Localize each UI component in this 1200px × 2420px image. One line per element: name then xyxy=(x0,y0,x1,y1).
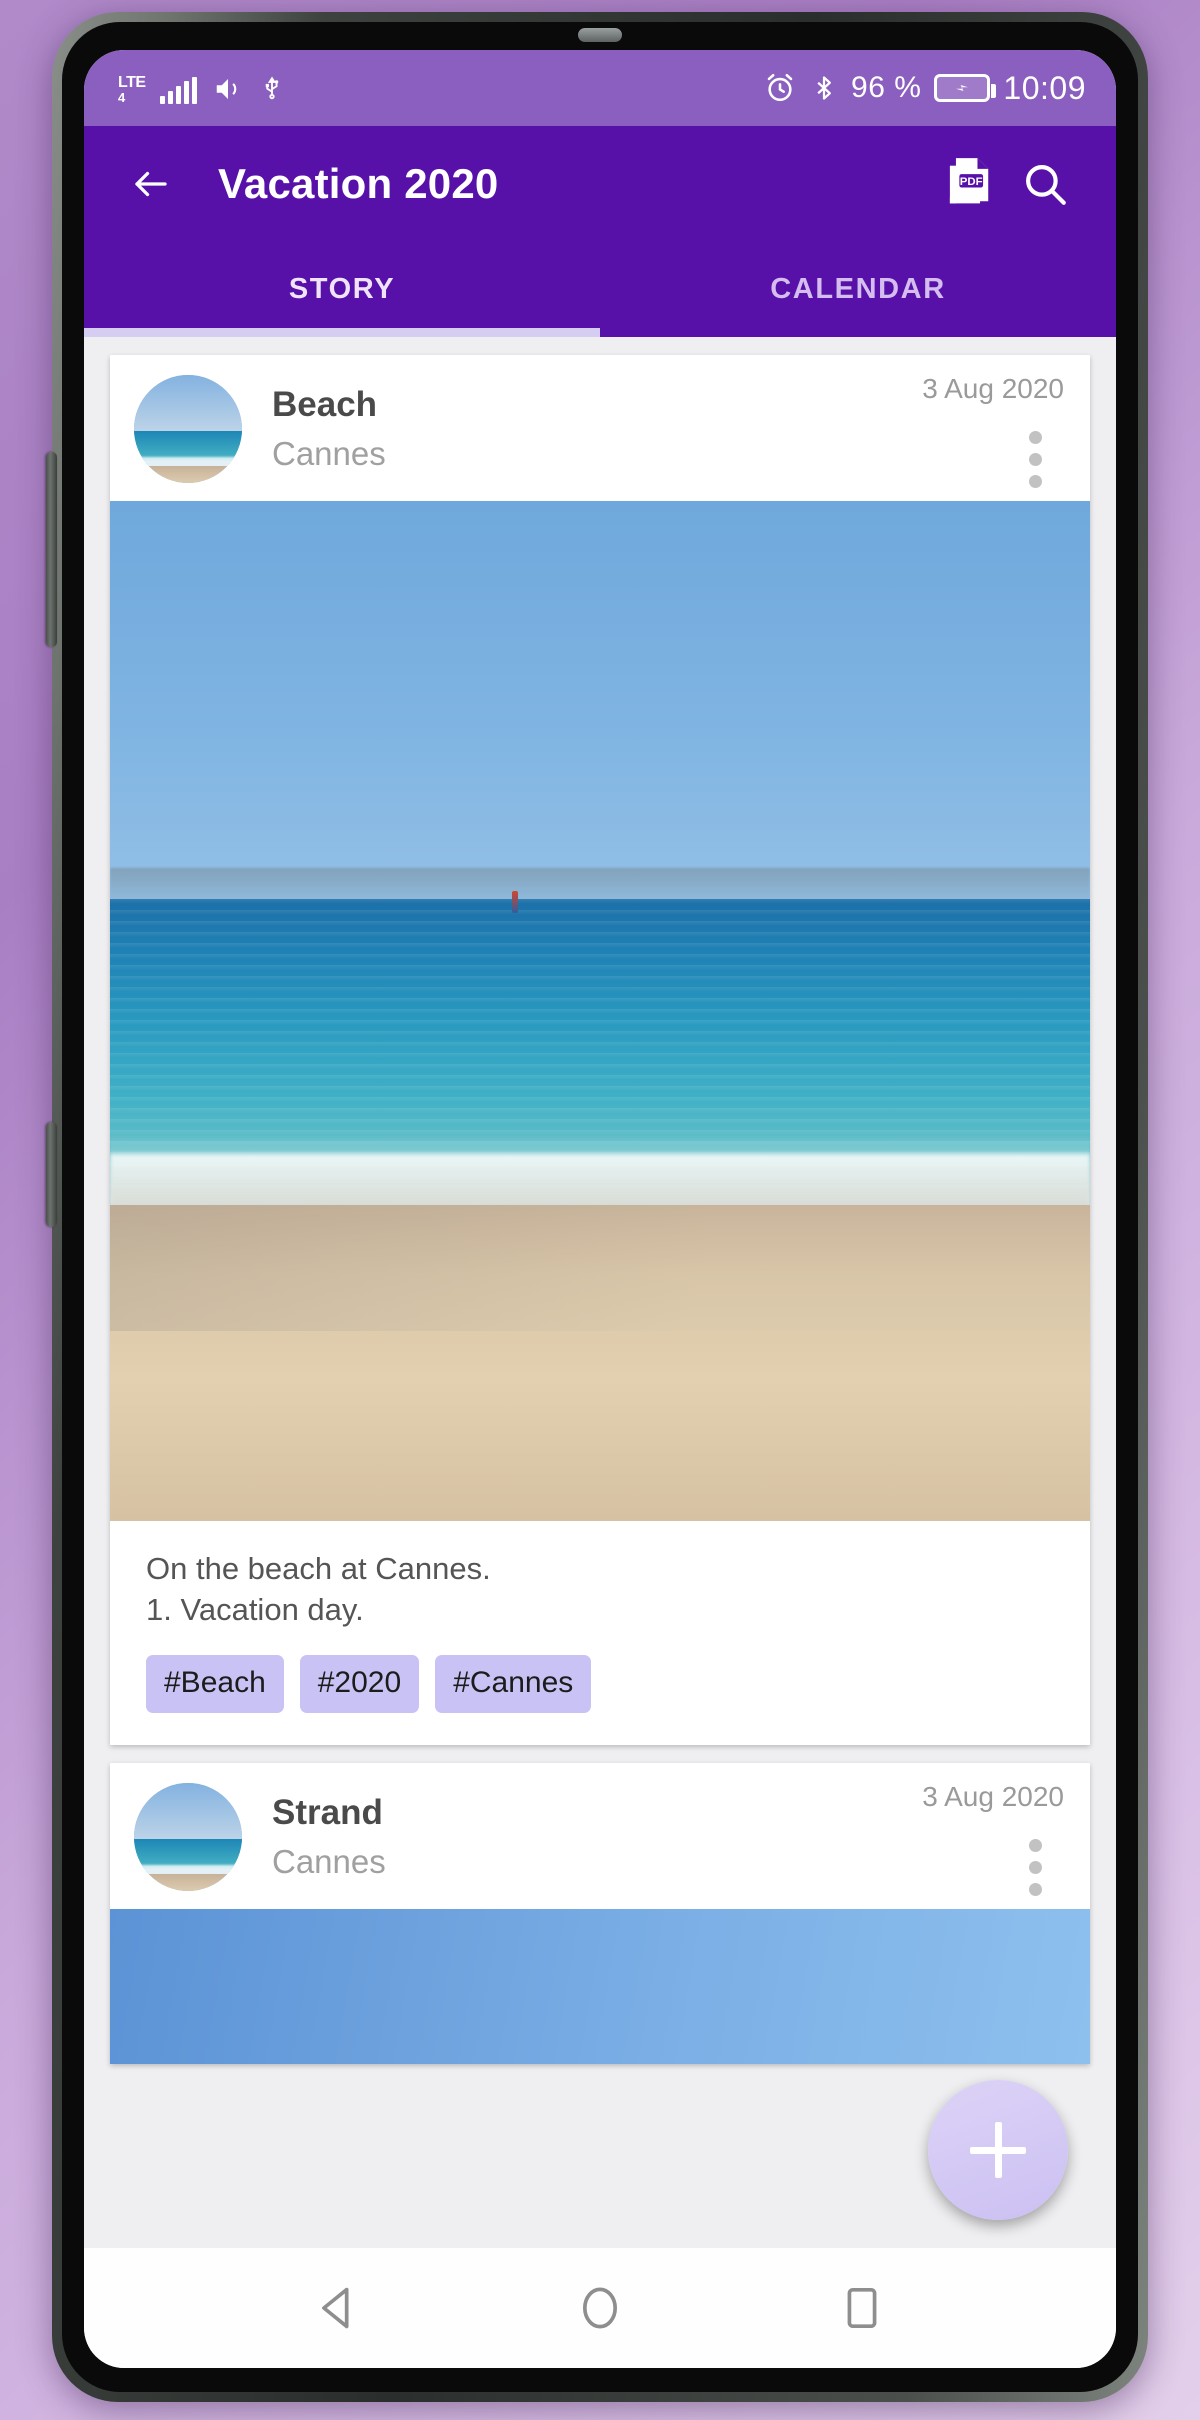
phone-screen: LTE 4 96 % 10:09 Vacation 2020 PDF STORY… xyxy=(84,50,1116,2368)
entry-tags: #Beach #2020 #Cannes xyxy=(110,1631,1090,1745)
tag-chip[interactable]: #Beach xyxy=(146,1654,284,1713)
battery-percent-label: 96 % xyxy=(851,71,922,104)
beach-photo[interactable] xyxy=(110,501,1090,1521)
status-bar-left: LTE 4 xyxy=(118,72,285,104)
tab-bar: STORY CALENDAR xyxy=(84,242,1116,337)
tab-story[interactable]: STORY xyxy=(84,242,600,337)
volume-button[interactable] xyxy=(46,452,57,647)
battery-charging-icon xyxy=(934,74,997,102)
sky-photo[interactable] xyxy=(110,1908,1090,2064)
plus-icon xyxy=(970,2122,1026,2178)
beach-thumbnail xyxy=(134,375,242,483)
more-vertical-icon[interactable] xyxy=(1029,1838,1042,1896)
signal-strength-icon xyxy=(159,77,197,104)
add-entry-fab[interactable] xyxy=(928,2080,1068,2220)
volume-icon xyxy=(216,79,236,99)
nav-back-triangle-icon[interactable] xyxy=(312,2282,364,2334)
bluetooth-icon xyxy=(817,76,831,100)
entry-caption: On the beach at Cannes. 1. Vacation day. xyxy=(110,1521,1090,1631)
power-button[interactable] xyxy=(46,1122,57,1227)
back-arrow-icon[interactable] xyxy=(114,147,188,221)
tab-calendar[interactable]: CALENDAR xyxy=(600,242,1116,337)
caption-line-1: On the beach at Cannes. xyxy=(146,1551,491,1586)
entry-meta: 3 Aug 2020 xyxy=(922,373,1064,488)
status-bar: LTE 4 96 % 10:09 xyxy=(84,50,1116,126)
more-vertical-icon[interactable] xyxy=(1029,431,1042,488)
lte-label: LTE xyxy=(118,74,146,91)
beach-thumbnail xyxy=(134,1782,242,1891)
phone-frame: LTE 4 96 % 10:09 Vacation 2020 PDF STORY… xyxy=(46,12,1148,2402)
app-bar: Vacation 2020 PDF xyxy=(84,126,1116,242)
phone-bezel: LTE 4 96 % 10:09 Vacation 2020 PDF STORY… xyxy=(62,22,1138,2392)
caption-line-2: 1. Vacation day. xyxy=(146,1591,364,1627)
entry-date: 3 Aug 2020 xyxy=(922,1780,1064,1812)
android-nav-bar xyxy=(84,2248,1116,2368)
search-icon[interactable] xyxy=(1008,147,1082,221)
entry-header: Strand Cannes 3 Aug 2020 xyxy=(110,1763,1090,1909)
lte-sub-label: 4 xyxy=(118,90,125,105)
usb-icon xyxy=(265,76,278,100)
entry-header: Beach Cannes 3 Aug 2020 xyxy=(110,355,1090,501)
network-type-icon: LTE 4 xyxy=(118,74,146,105)
nav-recents-square-icon[interactable] xyxy=(836,2282,888,2334)
svg-text:PDF: PDF xyxy=(960,176,983,188)
entry-date: 3 Aug 2020 xyxy=(922,373,1064,404)
alarm-icon xyxy=(767,73,793,102)
list-item[interactable]: Strand Cannes 3 Aug 2020 xyxy=(110,1762,1090,2064)
clock-label: 10:09 xyxy=(1003,69,1086,106)
nav-home-circle-icon[interactable] xyxy=(574,2282,626,2334)
story-list[interactable]: Beach Cannes 3 Aug 2020 On the beach at … xyxy=(84,337,1116,2248)
status-bar-right: 96 % 10:09 xyxy=(763,70,1086,107)
page-title: Vacation 2020 xyxy=(218,160,499,207)
tag-chip[interactable]: #Cannes xyxy=(435,1654,592,1713)
entry-meta: 3 Aug 2020 xyxy=(922,1781,1064,1896)
list-item[interactable]: Beach Cannes 3 Aug 2020 On the beach at … xyxy=(110,355,1090,1745)
tab-indicator xyxy=(84,328,600,337)
earpiece-speaker xyxy=(578,28,622,42)
tag-chip[interactable]: #2020 xyxy=(299,1654,420,1713)
pdf-icon[interactable]: PDF xyxy=(934,147,1008,221)
